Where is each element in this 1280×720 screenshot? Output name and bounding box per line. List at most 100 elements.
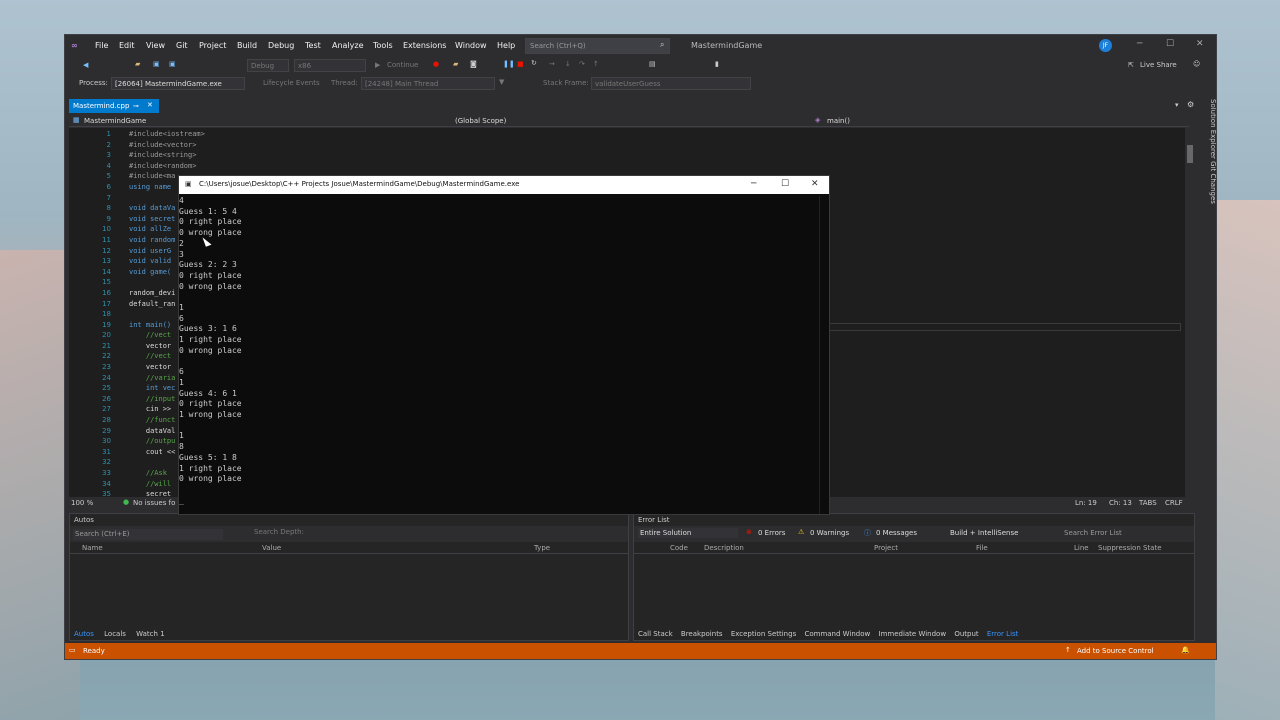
- settings-icon[interactable]: ⚙: [1187, 100, 1194, 109]
- tab-locals[interactable]: Locals: [104, 630, 126, 638]
- stop-icon[interactable]: ■: [517, 60, 524, 68]
- col-code[interactable]: Code: [670, 544, 688, 552]
- menu-tools[interactable]: Tools: [373, 41, 393, 50]
- add-source-control-button[interactable]: Add to Source Control: [1077, 647, 1154, 655]
- menu-view[interactable]: View: [146, 41, 165, 50]
- live-share-icon[interactable]: ⇱: [1128, 61, 1134, 69]
- col-type[interactable]: Type: [534, 544, 550, 552]
- code-line[interactable]: #include<string>: [129, 150, 1179, 161]
- tab-immediate-window[interactable]: Immediate Window: [879, 630, 947, 638]
- console-close-icon[interactable]: ✕: [811, 179, 819, 189]
- tab-watch1[interactable]: Watch 1: [136, 630, 164, 638]
- console-output[interactable]: 4 Guess 1: 5 4 0 right place 0 wrong pla…: [179, 196, 809, 514]
- build-filter[interactable]: Build + IntelliSense: [950, 529, 1018, 537]
- tab-error-list[interactable]: Error List: [987, 630, 1019, 638]
- platform-dropdown[interactable]: x86: [294, 59, 366, 72]
- feedback-icon[interactable]: ☺: [1193, 60, 1200, 68]
- menu-build[interactable]: Build: [237, 41, 257, 50]
- step-over-icon[interactable]: ↷: [579, 60, 585, 68]
- tab-call-stack[interactable]: Call Stack: [638, 630, 673, 638]
- col-description[interactable]: Description: [704, 544, 744, 552]
- menu-edit[interactable]: Edit: [119, 41, 135, 50]
- stack-frame-dropdown[interactable]: validateUserGuess: [591, 77, 751, 90]
- notifications-icon[interactable]: 🔔: [1181, 646, 1190, 654]
- tab-breakpoints[interactable]: Breakpoints: [681, 630, 723, 638]
- col-suppression[interactable]: Suppression State: [1098, 544, 1162, 552]
- nav-project[interactable]: MastermindGame: [84, 117, 146, 125]
- close-icon[interactable]: ✕: [1196, 39, 1204, 49]
- live-share-button[interactable]: Live Share: [1140, 61, 1177, 69]
- show-next-icon[interactable]: →: [549, 60, 555, 68]
- code-line[interactable]: #include<iostream>: [129, 129, 1179, 140]
- tab-autos[interactable]: Autos: [74, 630, 94, 638]
- search-input[interactable]: Search (Ctrl+Q): [525, 38, 670, 54]
- tab-mastermind-cpp[interactable]: Mastermind.cpp ⊸ ✕: [69, 99, 159, 113]
- tab-command-window[interactable]: Command Window: [804, 630, 870, 638]
- console-minimize-icon[interactable]: ─: [751, 179, 756, 189]
- menu-debug[interactable]: Debug: [268, 41, 294, 50]
- back-icon[interactable]: ◀: [83, 61, 88, 69]
- console-maximize-icon[interactable]: ☐: [781, 179, 789, 189]
- filter-icon[interactable]: ▼: [499, 78, 504, 86]
- error-search-input[interactable]: Search Error List: [1064, 529, 1122, 537]
- col-name[interactable]: Name: [82, 544, 103, 552]
- step-out-icon[interactable]: ↑: [593, 60, 599, 68]
- side-tabs[interactable]: Solution Explorer Git Changes: [1199, 99, 1216, 299]
- warnings-filter[interactable]: 0 Warnings: [810, 529, 849, 537]
- messages-filter[interactable]: 0 Messages: [876, 529, 917, 537]
- nav-scope[interactable]: (Global Scope): [455, 117, 506, 125]
- screenshot-icon[interactable]: ◙: [470, 60, 477, 68]
- errors-filter[interactable]: 0 Errors: [758, 529, 785, 537]
- folder-icon[interactable]: ▰: [453, 60, 458, 68]
- toolbox-icon[interactable]: ▤: [649, 60, 656, 68]
- tab-dropdown-icon[interactable]: ▾: [1175, 101, 1179, 109]
- console-window[interactable]: C:\Users\josue\Desktop\C++ Projects Josu…: [178, 175, 830, 515]
- menu-file[interactable]: File: [95, 41, 108, 50]
- code-line[interactable]: #include<random>: [129, 161, 1179, 172]
- maximize-icon[interactable]: ☐: [1166, 39, 1174, 49]
- zoom-level[interactable]: 100 %: [71, 499, 93, 507]
- bookmark-icon[interactable]: ▮: [715, 60, 719, 68]
- config-dropdown[interactable]: Debug: [247, 59, 289, 72]
- lifecycle-events[interactable]: Lifecycle Events: [263, 79, 320, 87]
- continue-button[interactable]: Continue: [387, 61, 418, 69]
- tab-output[interactable]: Output: [954, 630, 978, 638]
- tab-exception-settings[interactable]: Exception Settings: [731, 630, 796, 638]
- console-scrollbar[interactable]: [819, 196, 829, 514]
- editor-scroll-thumb[interactable]: [1187, 145, 1193, 163]
- nav-function[interactable]: main(): [827, 117, 850, 125]
- char-number[interactable]: Ch: 13: [1109, 499, 1132, 507]
- line-ending[interactable]: CRLF: [1165, 499, 1183, 507]
- save-icon[interactable]: ▣: [153, 60, 160, 68]
- col-value[interactable]: Value: [262, 544, 281, 552]
- menu-test[interactable]: Test: [305, 41, 321, 50]
- tab-close-icon[interactable]: ✕: [147, 101, 153, 109]
- tabs-indicator[interactable]: TABS: [1139, 499, 1157, 507]
- editor-scrollbar[interactable]: [1185, 128, 1195, 497]
- issues-indicator[interactable]: No issues fo: [133, 499, 175, 507]
- play-icon[interactable]: ▶: [375, 61, 380, 69]
- col-file[interactable]: File: [976, 544, 988, 552]
- col-project[interactable]: Project: [874, 544, 898, 552]
- line-number[interactable]: Ln: 19: [1075, 499, 1097, 507]
- avatar[interactable]: JF: [1099, 39, 1112, 52]
- menu-help[interactable]: Help: [497, 41, 515, 50]
- menu-project[interactable]: Project: [199, 41, 226, 50]
- thread-dropdown[interactable]: [24248] Main Thread: [361, 77, 495, 90]
- save-all-icon[interactable]: ▣: [169, 60, 176, 68]
- menu-analyze[interactable]: Analyze: [332, 41, 364, 50]
- minimize-icon[interactable]: ─: [1137, 39, 1142, 49]
- menu-extensions[interactable]: Extensions: [403, 41, 446, 50]
- restart-icon[interactable]: ↻: [531, 59, 537, 67]
- step-into-icon[interactable]: ↓: [565, 60, 571, 68]
- autos-search-input[interactable]: Search (Ctrl+E): [73, 529, 223, 540]
- col-line[interactable]: Line: [1074, 544, 1089, 552]
- scope-dropdown[interactable]: Entire Solution: [638, 528, 738, 538]
- vs-logo-icon[interactable]: ∞: [71, 41, 78, 50]
- menu-window[interactable]: Window: [455, 41, 487, 50]
- code-line[interactable]: #include<vector>: [129, 140, 1179, 151]
- menu-git[interactable]: Git: [176, 41, 188, 50]
- open-folder-icon[interactable]: ▰: [135, 60, 140, 68]
- flame-icon[interactable]: ●: [433, 60, 439, 68]
- pause-icon[interactable]: ❚❚: [503, 60, 515, 68]
